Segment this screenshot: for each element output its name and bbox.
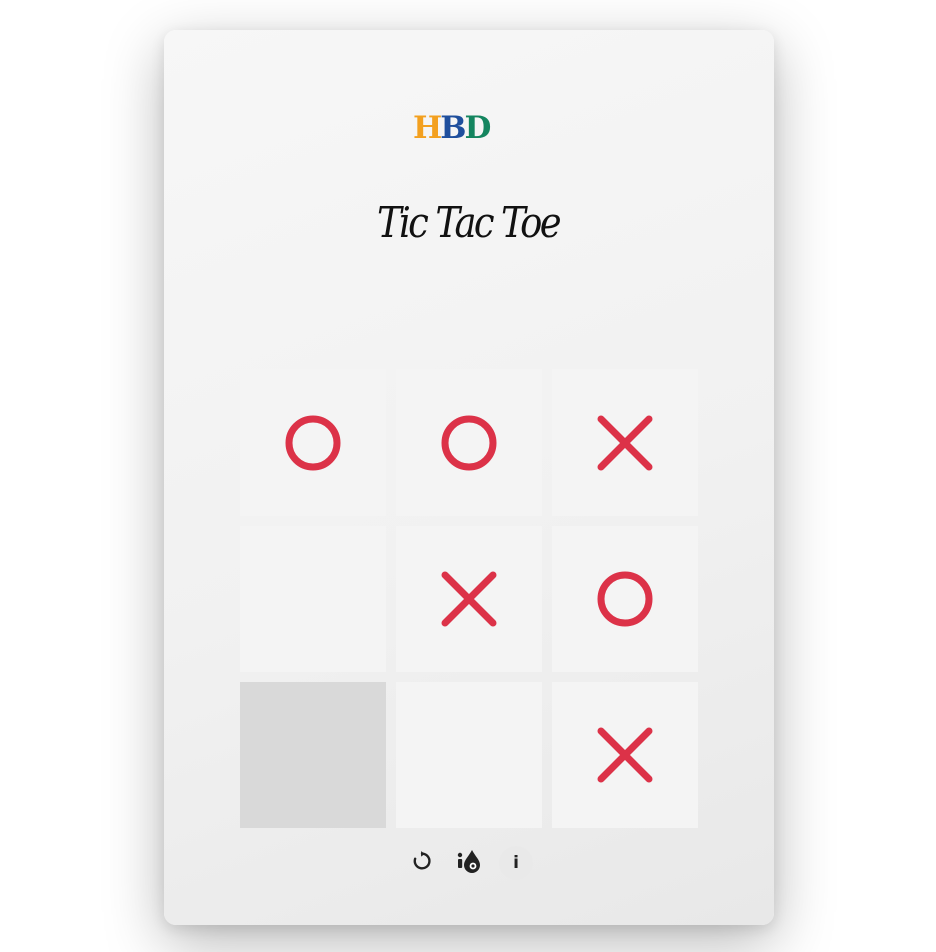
game-board (240, 369, 698, 828)
paint-drop-icon (455, 847, 483, 879)
board-cell-1-3[interactable] (552, 369, 698, 516)
o-mark-icon (439, 413, 499, 473)
board-cell-3-3[interactable] (552, 682, 698, 828)
o-mark-icon (595, 569, 655, 629)
info-icon: i (513, 853, 519, 873)
board-cell-2-3[interactable] (552, 526, 698, 672)
x-mark-icon (439, 569, 499, 629)
toolbar: i (405, 845, 533, 881)
board-cell-2-2[interactable] (396, 526, 542, 672)
o-mark-icon (283, 413, 343, 473)
x-mark-icon (595, 725, 655, 785)
board-cell-2-1[interactable] (240, 526, 386, 672)
board-cell-3-2[interactable] (396, 682, 542, 828)
logo-letter-h: H (413, 110, 442, 146)
restart-icon (411, 850, 433, 876)
theme-toggle-button[interactable] (452, 846, 486, 880)
board-cell-1-1[interactable] (240, 369, 386, 516)
page-title: Tic Tac Toe (376, 198, 562, 247)
x-mark-icon (595, 413, 655, 473)
board-cell-1-2[interactable] (396, 369, 542, 516)
logo-letter-d: D (464, 110, 492, 146)
logo-letter-b: B (440, 110, 466, 146)
restart-button[interactable] (405, 846, 439, 880)
hbd-logo: H B D (413, 112, 525, 144)
info-button[interactable]: i (499, 846, 533, 880)
board-cell-3-1[interactable] (240, 682, 386, 828)
